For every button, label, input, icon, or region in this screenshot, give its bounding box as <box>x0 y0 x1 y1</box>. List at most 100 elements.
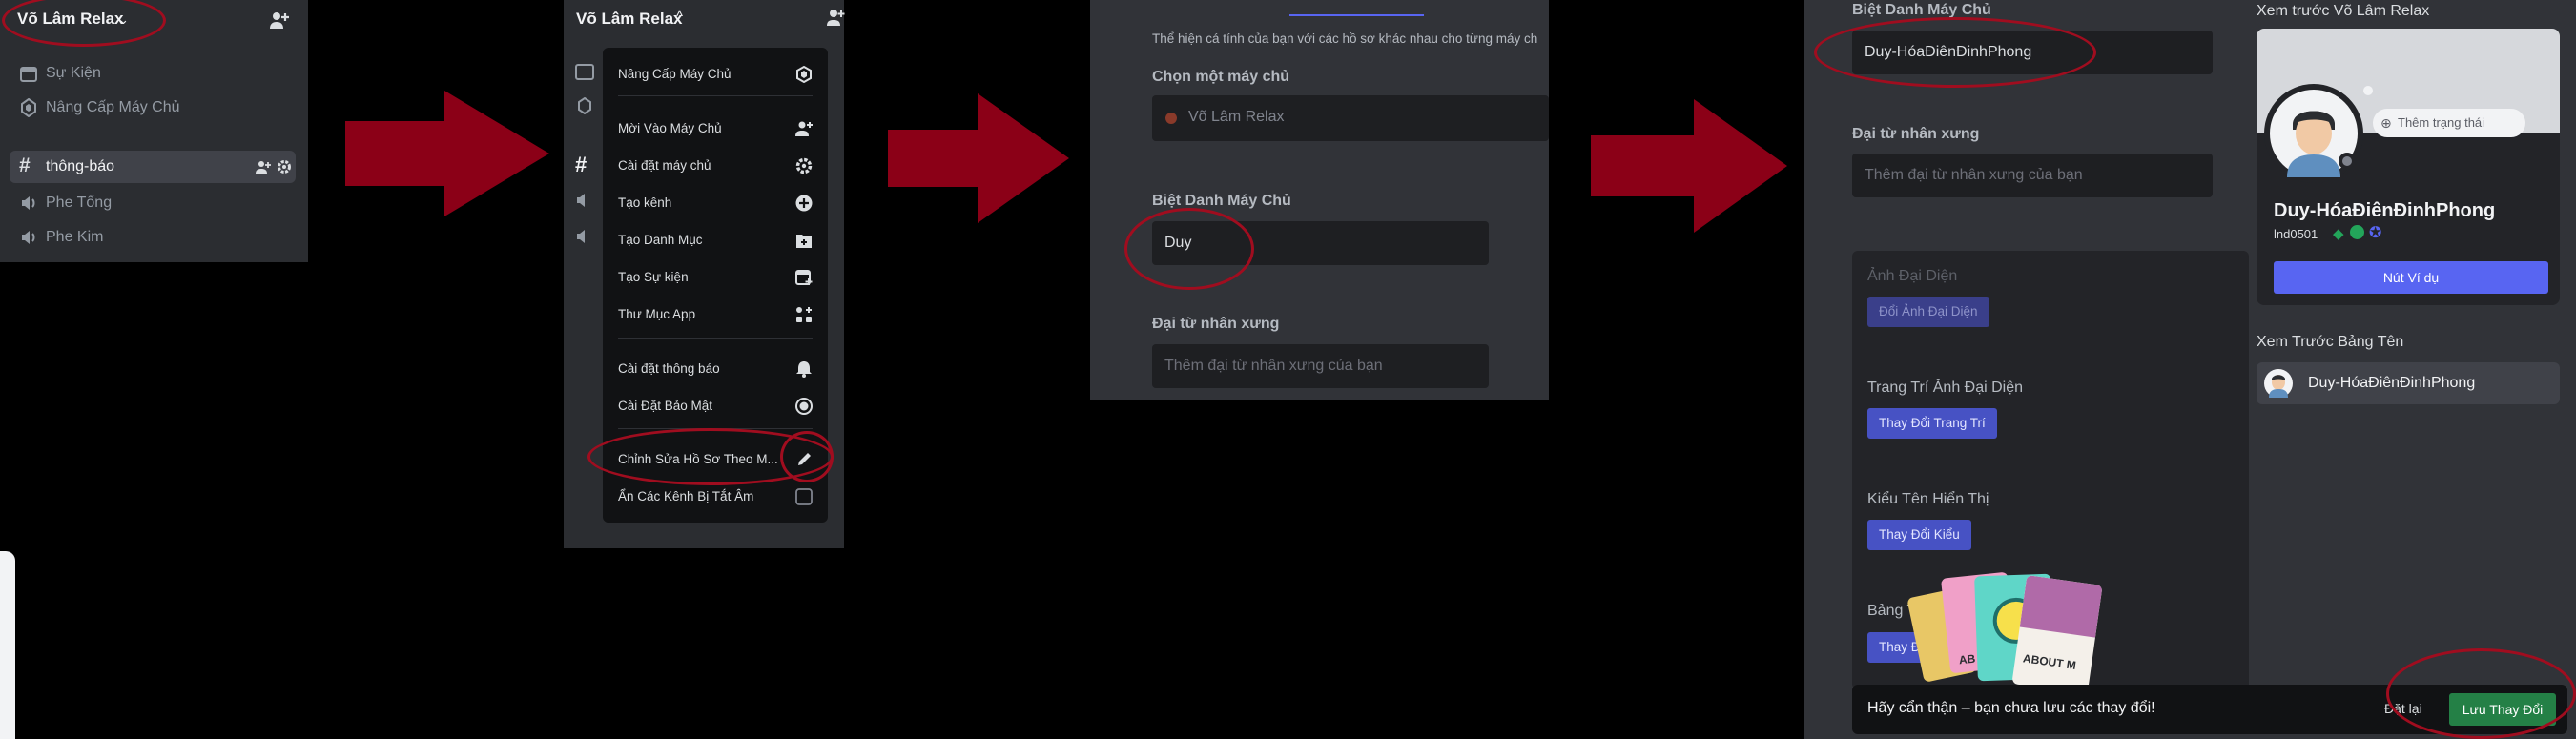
calendar-icon <box>575 64 594 80</box>
promo-banner <box>2019 574 2103 638</box>
menu-item-privacy-settings[interactable]: Cài Đặt Bảo Mật <box>610 391 820 421</box>
server-profile-editor: Thể hiện cá tính của bạn với các hồ sơ k… <box>1090 0 1549 400</box>
calendar-plus-icon <box>795 270 813 285</box>
channel-phe-kim[interactable]: Phe Kim <box>10 221 296 254</box>
menu-item-label: Tạo Danh Mục <box>618 233 703 247</box>
menu-item-label: Mời Vào Máy Chủ <box>618 121 722 135</box>
checkbox-icon[interactable] <box>795 488 813 505</box>
apps-icon <box>796 307 812 322</box>
add-person-icon[interactable] <box>269 10 290 31</box>
display-name: Duy-HóaĐiênĐinhPhong <box>2274 200 2496 221</box>
arrow-right-icon <box>888 93 1069 223</box>
server-name[interactable]: Võ Lâm Relax <box>576 10 683 29</box>
profile-description: Thể hiện cá tính của bạn với các hồ sơ k… <box>1152 31 1538 46</box>
change-style-button[interactable]: Thay Đổi Kiểu <box>1867 520 1971 550</box>
display-style-title: Kiểu Tên Hiển Thị <box>1867 491 1989 507</box>
menu-item-hide-muted-channels[interactable]: Ẩn Các Kênh Bị Tắt Âm <box>610 482 820 512</box>
menu-divider <box>618 338 813 339</box>
nitro-badge-icon: ◆ <box>2333 226 2344 242</box>
add-status-button[interactable]: ⊕ Thêm trạng thái <box>2373 109 2525 137</box>
speaker-icon <box>22 196 35 210</box>
menu-item-create-channel[interactable]: Tạo kênh <box>610 188 820 218</box>
menu-item-invite[interactable]: Mời Vào Máy Chủ <box>610 113 820 144</box>
profile-preview-card: ⊕ Thêm trạng thái Duy-HóaĐiênĐinhPhong l… <box>2257 29 2560 305</box>
menu-item-create-event[interactable]: Tạo Sự kiện <box>610 262 820 293</box>
boost-icon <box>796 66 812 83</box>
arrow-right-icon <box>1591 99 1787 233</box>
server-select[interactable]: Võ Lâm Relax <box>1152 95 1549 141</box>
promo-text: AB <box>1958 651 1976 667</box>
avatar-title: Ảnh Đại Diện <box>1867 268 1958 284</box>
menu-item-notification-settings[interactable]: Cài đặt thông báo <box>610 354 820 384</box>
tab-indicator <box>1289 14 1424 16</box>
change-avatar-button[interactable]: Đổi Ảnh Đại Diện <box>1867 297 1989 327</box>
plus-circle-icon: ⊕ <box>2380 115 2392 131</box>
menu-item-label: Nâng Cấp Máy Chủ <box>618 67 732 81</box>
example-button[interactable]: Nút Ví dụ <box>2274 261 2548 294</box>
hypesquad-badge-icon <box>2350 225 2364 239</box>
thought-bubble <box>2363 86 2373 95</box>
server-icon <box>1165 113 1177 124</box>
shield-icon <box>795 398 813 415</box>
boost-icon <box>21 98 36 117</box>
menu-item-app-directory[interactable]: Thư Mục App <box>610 299 820 330</box>
promo-card: ABOUT M <box>2011 574 2103 695</box>
menu-item-label: Cài Đặt Bảo Mật <box>618 399 713 413</box>
nameplate-preview: Duy-HóaĐiênĐinhPhong <box>2257 362 2560 404</box>
avatar <box>2264 369 2293 398</box>
pronouns-input[interactable]: Thêm đại từ nhân xưng của bạn <box>1852 154 2213 197</box>
add-status-label: Thêm trạng thái <box>2398 115 2485 130</box>
menu-item-label: Cài đặt máy chủ <box>618 158 711 173</box>
pronouns-placeholder: Thêm đại từ nhân xưng của bạn <box>1865 167 2083 183</box>
menu-divider <box>618 95 813 96</box>
username: lnd0501 <box>2274 227 2318 241</box>
speaker-icon <box>577 230 585 243</box>
window-edge <box>0 551 15 739</box>
channel-phe-tong[interactable]: Phe Tống <box>10 187 296 219</box>
channel-label: Phe Kim <box>46 229 104 245</box>
add-person-icon[interactable] <box>826 8 845 27</box>
pronouns-input[interactable]: Thêm đại từ nhân xưng của bạn <box>1152 344 1489 388</box>
change-decoration-button[interactable]: Thay Đổi Trang Trí <box>1867 408 1997 439</box>
pronouns-title: Đại từ nhân xưng <box>1852 126 1980 142</box>
preview-title: Xem trước Võ Lâm Relax <box>2257 3 2430 19</box>
channel-boost[interactable]: Nâng Cấp Máy Chủ <box>10 92 296 124</box>
promo-text: ABOUT M <box>2022 651 2077 672</box>
hash-icon: # <box>19 154 31 176</box>
decoration-title: Trang Trí Ảnh Đại Diện <box>1867 380 2024 396</box>
add-person-icon <box>795 121 813 136</box>
nameplate-preview-title: Xem Trước Bảng Tên <box>2257 334 2404 350</box>
gear-icon[interactable] <box>277 159 292 174</box>
channel-thong-bao[interactable]: # thông-báo <box>10 151 296 183</box>
menu-item-boost[interactable]: Nâng Cấp Máy Chủ <box>610 59 820 90</box>
menu-item-label: Tạo kênh <box>618 195 672 210</box>
highlight-ring <box>780 431 834 482</box>
customization-card: Ảnh Đại Diện Đổi Ảnh Đại Diện Trang Trí … <box>1852 251 2249 695</box>
speaker-icon <box>22 231 35 244</box>
unsaved-message: Hãy cẩn thận – bạn chưa lưu các thay đổi… <box>1867 700 2155 716</box>
selected-server: Võ Lâm Relax <box>1188 109 1285 125</box>
nickname-title: Biệt Danh Máy Chủ <box>1152 193 1291 209</box>
pronouns-placeholder: Thêm đại từ nhân xưng của bạn <box>1164 358 1383 374</box>
speaker-icon <box>577 194 585 207</box>
channel-label: thông-báo <box>46 158 115 174</box>
menu-item-server-settings[interactable]: Cài đặt máy chủ <box>610 151 820 181</box>
nameplate-name: Duy-HóaĐiênĐinhPhong <box>2308 375 2476 391</box>
channel-events[interactable]: Sự Kiện <box>10 57 296 90</box>
bell-icon <box>796 361 812 378</box>
channel-label: Phe Tống <box>46 195 113 211</box>
status-indicator <box>2342 156 2352 166</box>
channel-label: Nâng Cấp Máy Chủ <box>46 99 180 115</box>
highlight-ring <box>1814 17 2096 88</box>
chevron-up-icon[interactable]: ^ <box>676 9 683 25</box>
menu-item-label: Tạo Sự kiện <box>618 270 689 284</box>
add-person-icon[interactable] <box>256 159 271 174</box>
plus-circle-icon <box>795 195 813 212</box>
folder-plus-icon <box>796 235 812 248</box>
gear-icon <box>795 157 813 174</box>
menu-item-create-category[interactable]: Tạo Danh Mục <box>610 225 820 256</box>
highlight-ring <box>1124 208 1254 290</box>
hash-icon: # <box>575 153 587 176</box>
calendar-icon <box>20 67 37 82</box>
choose-server-title: Chọn một máy chủ <box>1152 69 1290 85</box>
